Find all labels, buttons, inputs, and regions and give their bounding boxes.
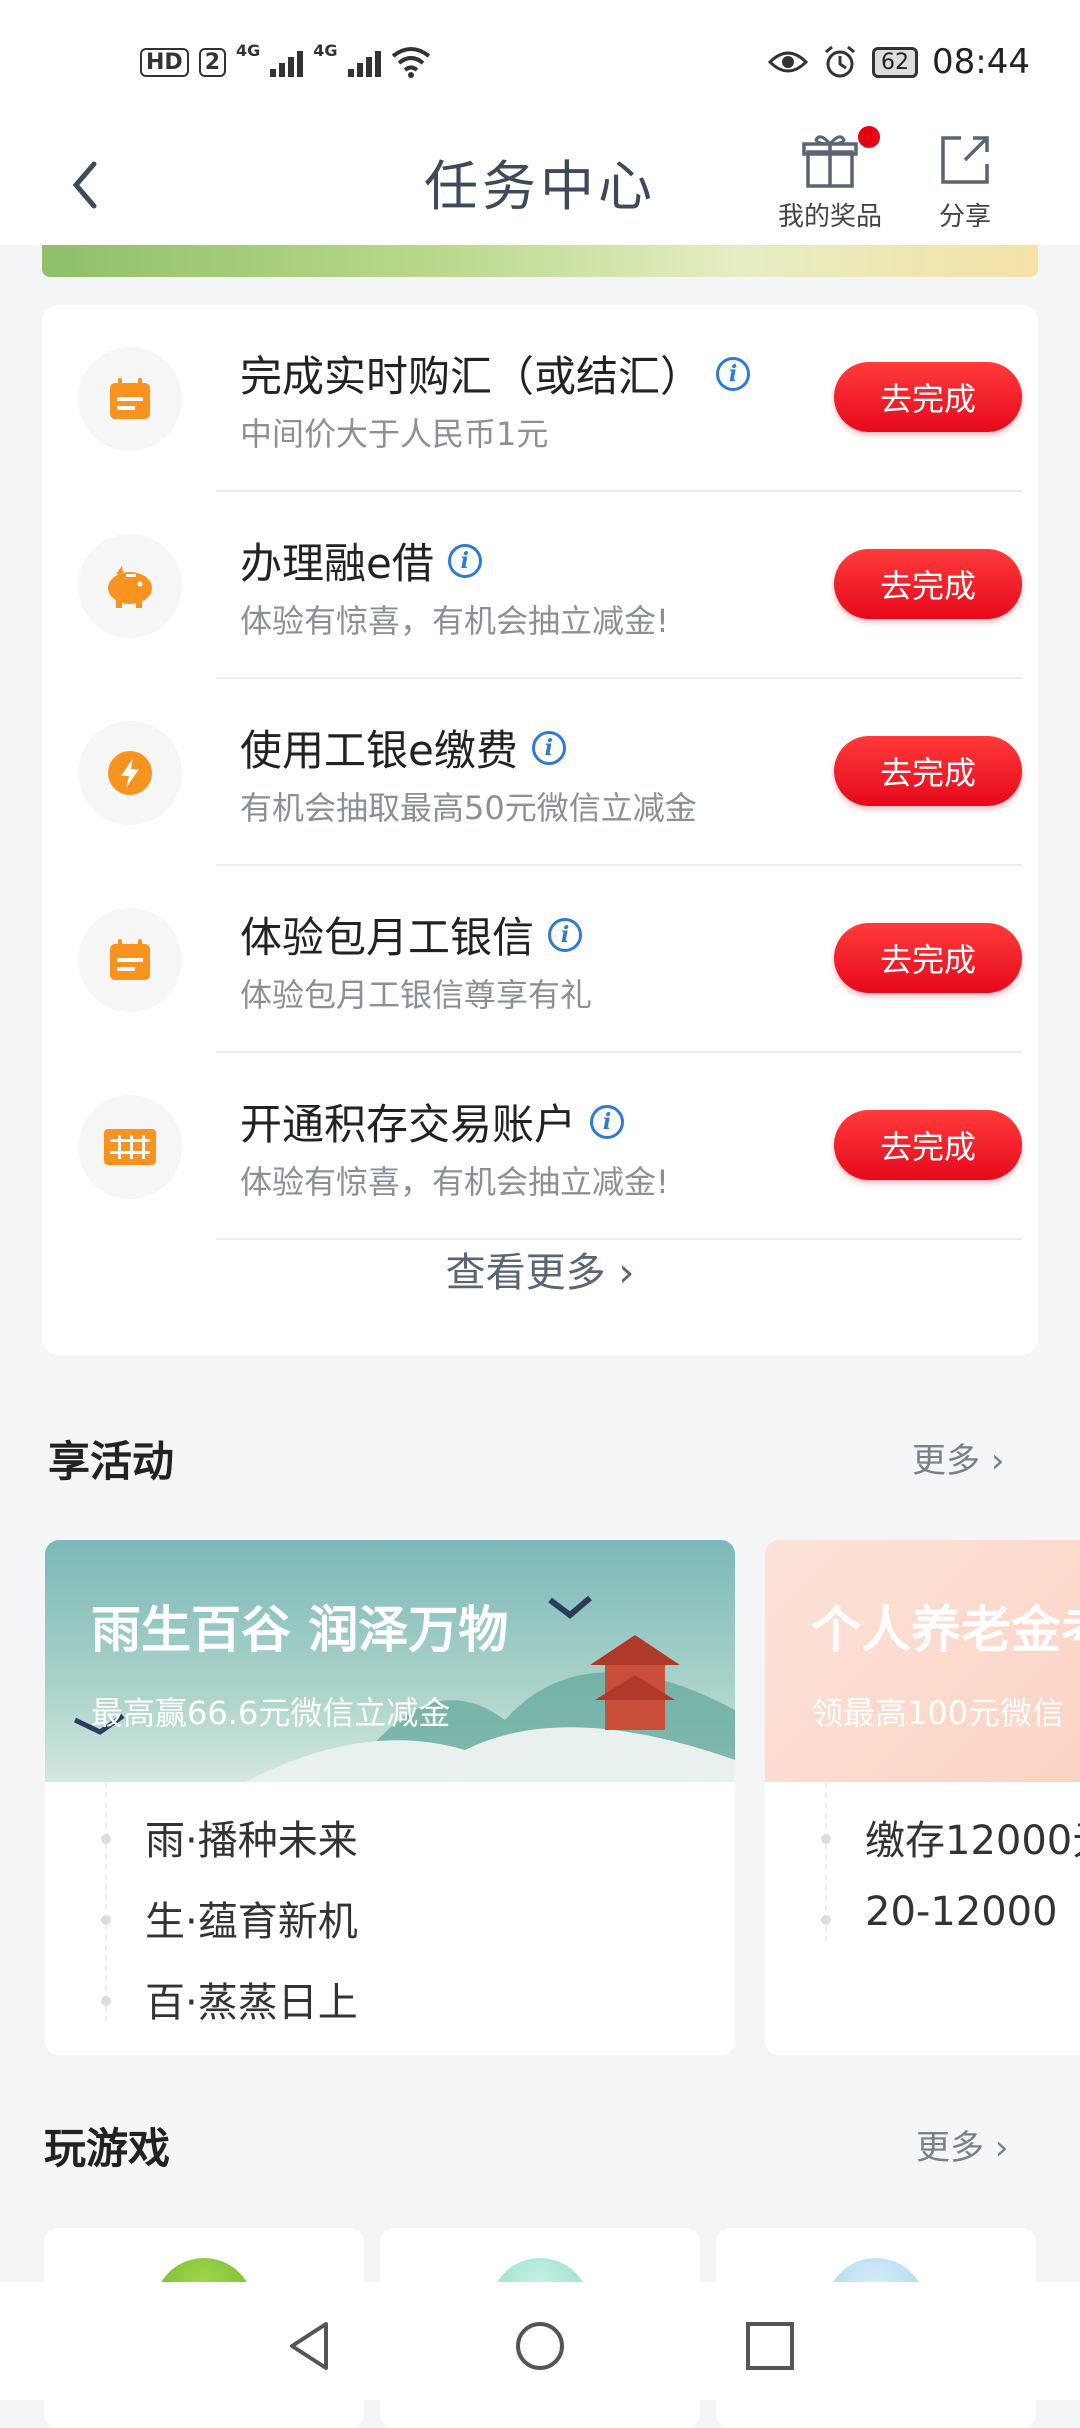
activities-section-title: 享活动 <box>48 1437 175 1486</box>
complete-task-button[interactable]: 去完成 <box>834 923 1022 993</box>
task-list-card: 完成实时购汇（或结汇） i 中间价大于人民币1元 去完成 办理融e借 i 体验有惊喜… <box>42 305 1038 1355</box>
activity-item: 缴存12000元 <box>865 1818 1080 1864</box>
see-more-link[interactable]: 查看更多 › <box>42 1240 1038 1298</box>
calendar-icon <box>78 908 182 1012</box>
status-left: HD 2 4G 4G <box>140 41 431 78</box>
chevron-right-icon: › <box>994 2128 1009 2168</box>
info-icon[interactable]: i <box>716 356 751 391</box>
task-title: 体验包月工银信 i <box>240 904 583 965</box>
notification-dot <box>858 126 880 148</box>
activity-headline: 雨生百谷 润泽万物 <box>91 1601 509 1659</box>
navigation-bar: 任务中心 我的奖品 分享 <box>0 126 1080 245</box>
activity-item: 20-12000 <box>865 1889 1058 1935</box>
chevron-right-icon: › <box>990 1441 1005 1481</box>
chevron-right-icon: › <box>618 1250 635 1296</box>
task-subtitle: 有机会抽取最高50元微信立减金 <box>240 789 697 827</box>
share-icon <box>935 130 995 190</box>
activity-subtitle: 领最高100元微信 <box>811 1694 1065 1732</box>
task-item: 完成实时购汇（或结汇） i 中间价大于人民币1元 去完成 <box>42 305 1038 492</box>
task-title: 完成实时购汇（或结汇） i <box>240 343 751 404</box>
activities-more-link[interactable]: 更多 › <box>912 1433 1004 1482</box>
nav-recents-icon[interactable] <box>740 2316 800 2376</box>
clock-time: 08:44 <box>932 42 1030 82</box>
activity-item: 百·蒸蒸日上 <box>145 1980 358 2026</box>
calendar-icon <box>78 347 182 451</box>
activity-banner: 个人养老金考 领最高100元微信 <box>765 1540 1080 1782</box>
share-label: 分享 <box>938 202 991 232</box>
ledger-icon <box>78 1095 182 1199</box>
status-bar: HD 2 4G 4G 62 08:44 <box>0 0 1080 130</box>
info-icon[interactable]: i <box>531 730 566 765</box>
info-icon[interactable]: i <box>447 543 482 578</box>
activity-subtitle: 最高赢66.6元微信立减金 <box>91 1694 451 1732</box>
timeline-dot <box>101 1834 111 1844</box>
timeline-dot <box>821 1834 831 1844</box>
games-more-link[interactable]: 更多 › <box>916 2120 1008 2169</box>
activity-card[interactable]: 个人养老金考 领最高100元微信 缴存12000元 20-12000 <box>765 1540 1080 2055</box>
complete-task-button[interactable]: 去完成 <box>834 1110 1022 1180</box>
task-item: 办理融e借 i 体验有惊喜，有机会抽立减金! 去完成 <box>42 492 1038 679</box>
network-label-2: 4G <box>313 40 338 60</box>
status-right: 62 08:44 <box>768 42 1030 82</box>
wifi-icon <box>391 47 430 78</box>
gift-icon <box>800 126 880 190</box>
task-subtitle: 体验有惊喜，有机会抽立减金! <box>240 602 669 640</box>
timeline-dot <box>101 1915 111 1925</box>
activity-item: 雨·播种未来 <box>145 1818 358 1864</box>
games-section-title: 玩游戏 <box>44 2124 171 2173</box>
system-navigation-bar <box>0 2282 1080 2400</box>
task-item: 开通积存交易账户 i 体验有惊喜，有机会抽立减金! 去完成 <box>42 1053 1038 1240</box>
task-subtitle: 体验有惊喜，有机会抽立减金! <box>240 1163 669 1201</box>
activity-item: 生·蕴育新机 <box>145 1899 358 1945</box>
my-prizes-label: 我的奖品 <box>777 202 882 232</box>
timeline-dot <box>101 1996 111 2006</box>
task-subtitle: 体验包月工银信尊享有礼 <box>240 976 593 1014</box>
task-subtitle: 中间价大于人民币1元 <box>240 415 549 453</box>
timeline-line <box>105 1782 109 2022</box>
complete-task-button[interactable]: 去完成 <box>834 362 1022 432</box>
task-title: 使用工银e缴费 i <box>240 717 566 778</box>
top-banner-edge <box>42 245 1038 277</box>
activity-headline: 个人养老金考 <box>811 1601 1080 1659</box>
nav-back-icon[interactable] <box>280 2316 340 2376</box>
share-button[interactable]: 分享 <box>910 130 1020 233</box>
task-title: 开通积存交易账户 i <box>240 1091 625 1152</box>
battery-icon: 62 <box>872 46 919 78</box>
my-prizes-button[interactable]: 我的奖品 <box>770 126 890 233</box>
network-label-1: 4G <box>236 40 261 60</box>
task-title: 办理融e借 i <box>240 530 482 591</box>
lightning-icon <box>78 721 182 825</box>
task-item: 体验包月工银信 i 体验包月工银信尊享有礼 去完成 <box>42 866 1038 1053</box>
piggy-bank-icon <box>78 534 182 638</box>
task-item: 使用工银e缴费 i 有机会抽取最高50元微信立减金 去完成 <box>42 679 1038 866</box>
eye-icon <box>768 51 809 73</box>
alarm-icon <box>825 45 855 78</box>
timeline-dot <box>821 1915 831 1925</box>
activity-banner: 雨生百谷 润泽万物 最高赢66.6元微信立减金 <box>45 1540 735 1782</box>
nav-home-icon[interactable] <box>510 2316 570 2376</box>
complete-task-button[interactable]: 去完成 <box>834 549 1022 619</box>
signal-icon <box>270 47 304 77</box>
hd-icon: HD <box>140 47 189 77</box>
signal-icon <box>347 47 381 77</box>
info-icon[interactable]: i <box>590 1104 625 1139</box>
complete-task-button[interactable]: 去完成 <box>834 736 1022 806</box>
sim-icon: 2 <box>198 47 226 77</box>
activity-card[interactable]: 雨生百谷 润泽万物 最高赢66.6元微信立减金 雨·播种未来 生·蕴育新机 百·… <box>45 1540 735 2055</box>
info-icon[interactable]: i <box>548 917 583 952</box>
